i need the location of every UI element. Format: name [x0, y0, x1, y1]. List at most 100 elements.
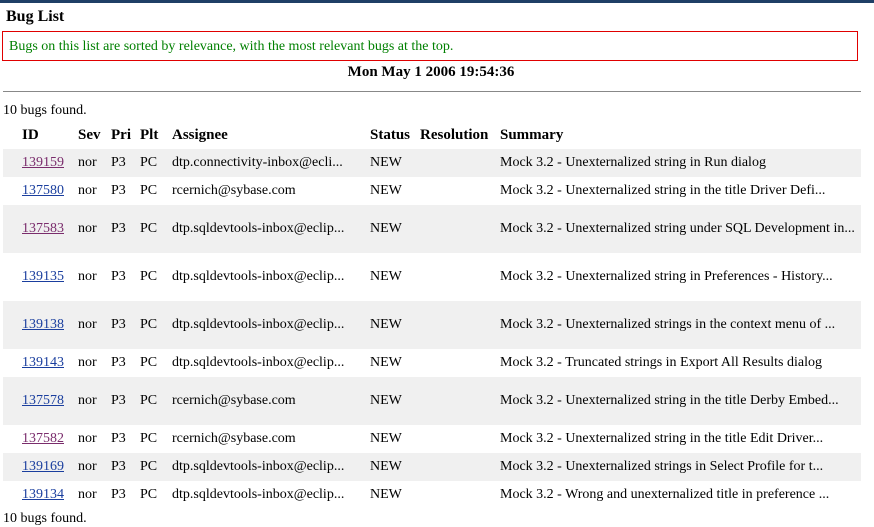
- bug-id-link[interactable]: 137578: [22, 393, 64, 409]
- cell-sev: nor: [78, 425, 97, 453]
- cell-pri: P3: [111, 425, 126, 453]
- cell-status: NEW: [370, 425, 402, 453]
- cell-status: NEW: [370, 377, 402, 425]
- cell-pri: P3: [111, 349, 126, 377]
- assignee-text: dtp.connectivity-inbox@ecli...: [172, 155, 343, 170]
- plt-text: PC: [140, 317, 158, 332]
- pri-text: P3: [111, 269, 126, 284]
- plt-text: PC: [140, 431, 158, 446]
- pri-text: P3: [111, 431, 126, 446]
- cell-id: 139169: [22, 453, 64, 481]
- sev-text: nor: [78, 431, 97, 446]
- plt-text: PC: [140, 355, 158, 370]
- bug-id-link[interactable]: 139138: [22, 317, 64, 333]
- cell-sev: nor: [78, 177, 97, 205]
- cell-sev: nor: [78, 253, 97, 301]
- status-text: NEW: [370, 487, 402, 502]
- cell-summary: Mock 3.2 - Unexternalized string in Run …: [500, 149, 860, 177]
- plt-text: PC: [140, 269, 158, 284]
- cell-id: 139135: [22, 253, 64, 301]
- cell-id: 139143: [22, 349, 64, 377]
- table-row: 139143 nor P3 PC dtp.sqldevtools-inbox@eclip…: [3, 349, 861, 377]
- plt-text: PC: [140, 459, 158, 474]
- status-text: NEW: [370, 221, 402, 236]
- sev-text: nor: [78, 355, 97, 370]
- sev-text: nor: [78, 317, 97, 332]
- bug-id-link[interactable]: 137580: [22, 183, 64, 199]
- status-text: NEW: [370, 355, 402, 370]
- col-header-plt[interactable]: Plt: [140, 125, 158, 145]
- col-header-assignee[interactable]: Assignee: [172, 125, 228, 145]
- summary-text: Mock 3.2 - Wrong and unexternalized titl…: [500, 487, 830, 502]
- plt-text: PC: [140, 393, 158, 408]
- cell-plt: PC: [140, 205, 157, 253]
- table-row: 139135 nor P3 PC dtp.sqldevtools-inbox@eclip…: [3, 253, 861, 301]
- cell-assignee: dtp.sqldevtools-inbox@eclip...: [172, 253, 344, 301]
- summary-text: Mock 3.2 - Unexternalized string in the …: [500, 393, 839, 408]
- bug-id-link[interactable]: 139143: [22, 355, 64, 371]
- timestamp: Mon May 1 2006 19:54:36: [347, 64, 515, 80]
- cell-pri: P3: [111, 253, 126, 301]
- cell-plt: PC: [140, 177, 157, 205]
- col-header-status[interactable]: Status: [370, 125, 410, 145]
- assignee-text: rcernich@sybase.com: [172, 393, 296, 408]
- sev-text: nor: [78, 155, 97, 170]
- cell-assignee: rcernich@sybase.com: [172, 377, 296, 425]
- status-text: NEW: [370, 459, 402, 474]
- bug-id-link[interactable]: 137582: [22, 431, 64, 447]
- cell-status: NEW: [370, 481, 402, 509]
- cell-plt: PC: [140, 481, 157, 509]
- cell-id: 137582: [22, 425, 64, 453]
- assignee-text: dtp.sqldevtools-inbox@eclip...: [172, 269, 345, 284]
- status-text: NEW: [370, 393, 402, 408]
- cell-summary: Mock 3.2 - Unexternalized string in the …: [500, 177, 860, 205]
- cell-summary: Mock 3.2 - Unexternalized string under S…: [500, 205, 860, 253]
- cell-sev: nor: [78, 149, 97, 177]
- cell-id: 139159: [22, 149, 64, 177]
- cell-plt: PC: [140, 377, 157, 425]
- table-row: 137580 nor P3 PC rcernich@sybase.com NEW Mock …: [3, 177, 861, 205]
- cell-pri: P3: [111, 177, 126, 205]
- assignee-text: dtp.sqldevtools-inbox@eclip...: [172, 355, 345, 370]
- cell-status: NEW: [370, 349, 402, 377]
- cell-assignee: dtp.sqldevtools-inbox@eclip...: [172, 349, 344, 377]
- cell-plt: PC: [140, 453, 157, 481]
- table-row: 139138 nor P3 PC dtp.sqldevtools-inbox@eclip…: [3, 301, 861, 349]
- cell-pri: P3: [111, 301, 126, 349]
- cell-pri: P3: [111, 149, 126, 177]
- cell-assignee: dtp.sqldevtools-inbox@eclip...: [172, 301, 344, 349]
- status-text: NEW: [370, 431, 402, 446]
- assignee-text: dtp.sqldevtools-inbox@eclip...: [172, 459, 345, 474]
- sev-text: nor: [78, 221, 97, 236]
- bug-id-link[interactable]: 139169: [22, 459, 64, 475]
- cell-plt: PC: [140, 349, 157, 377]
- cell-id: 137578: [22, 377, 64, 425]
- col-header-resolution[interactable]: Resolution: [420, 125, 488, 145]
- table-row: 139169 nor P3 PC dtp.sqldevtools-inbox@eclip…: [3, 453, 861, 481]
- table-row: 137583 nor P3 PC dtp.sqldevtools-inbox@eclip…: [3, 205, 861, 253]
- status-text: NEW: [370, 269, 402, 284]
- sev-text: nor: [78, 269, 97, 284]
- summary-text: Mock 3.2 - Unexternalized string under S…: [500, 221, 855, 236]
- bug-id-link[interactable]: 139135: [22, 269, 64, 285]
- col-header-id[interactable]: ID: [22, 125, 39, 145]
- top-bar: [0, 0, 874, 3]
- cell-id: 139138: [22, 301, 64, 349]
- bug-id-link[interactable]: 139134: [22, 487, 64, 503]
- col-header-sev[interactable]: Sev: [78, 125, 101, 145]
- assignee-text: dtp.sqldevtools-inbox@eclip...: [172, 487, 345, 502]
- pri-text: P3: [111, 459, 126, 474]
- col-header-pri[interactable]: Pri: [111, 125, 131, 145]
- cell-assignee: dtp.sqldevtools-inbox@eclip...: [172, 453, 344, 481]
- cell-sev: nor: [78, 377, 97, 425]
- bug-id-link[interactable]: 137583: [22, 221, 64, 237]
- relevance-notice: Bugs on this list are sorted by relevanc…: [2, 31, 858, 61]
- cell-assignee: dtp.sqldevtools-inbox@eclip...: [172, 481, 344, 509]
- pri-text: P3: [111, 155, 126, 170]
- bug-id-link[interactable]: 139159: [22, 155, 64, 171]
- status-text: NEW: [370, 183, 402, 198]
- col-header-summary[interactable]: Summary: [500, 125, 563, 145]
- summary-text: Mock 3.2 - Unexternalized string in Pref…: [500, 269, 833, 284]
- cell-status: NEW: [370, 301, 402, 349]
- cell-id: 137580: [22, 177, 64, 205]
